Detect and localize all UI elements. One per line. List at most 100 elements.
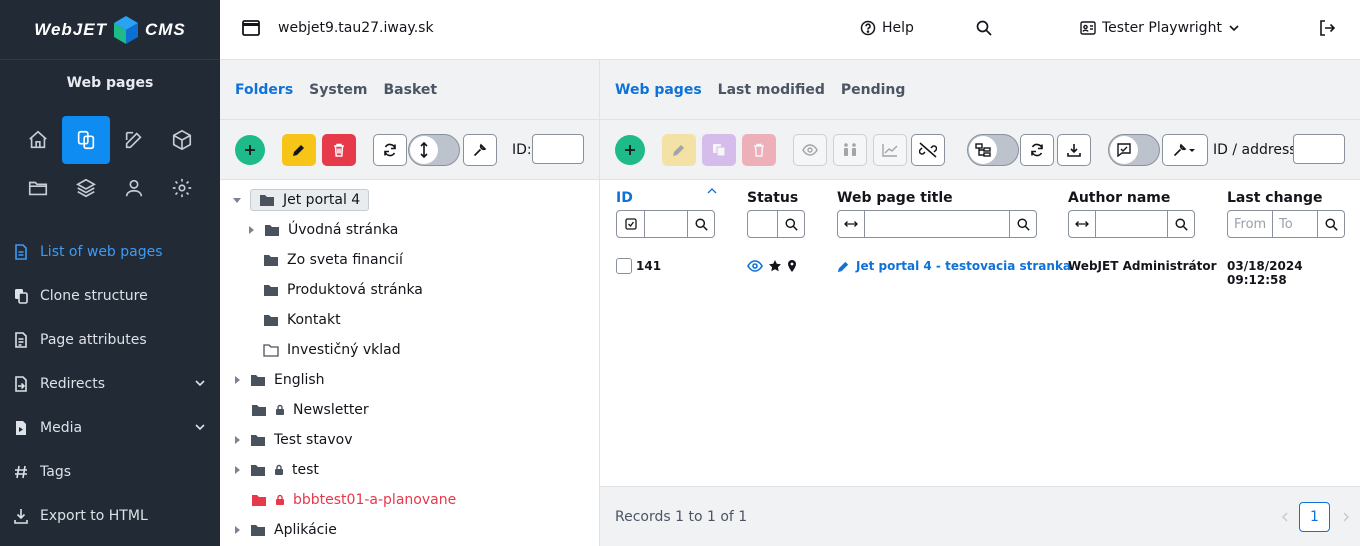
row-title-link[interactable]: Jet portal 4 - testovacia stranka	[837, 259, 1071, 273]
title-filter-mode[interactable]	[838, 211, 865, 237]
tree-view-toggle[interactable]	[967, 134, 1019, 166]
tab-web-pages[interactable]: Web pages	[615, 82, 702, 98]
cube-icon[interactable]	[158, 116, 206, 164]
statistics-button[interactable]	[873, 134, 907, 166]
tree-node[interactable]: Kontakt	[263, 305, 341, 335]
date-from-input[interactable]: From	[1228, 211, 1273, 237]
page-button-1[interactable]: 1	[1299, 502, 1330, 532]
refresh-icon	[384, 143, 396, 157]
tab-basket[interactable]: Basket	[384, 82, 438, 98]
tree-node[interactable]: Jet portal 4	[232, 185, 370, 215]
sidebar-item-clone-structure[interactable]: Clone structure	[0, 274, 220, 318]
tab-folders[interactable]: Folders	[235, 82, 293, 98]
tree-node[interactable]: Test stavov	[232, 425, 353, 455]
delete-folder-button[interactable]	[322, 134, 356, 166]
tree-node-label: Test stavov	[274, 432, 353, 448]
help-link[interactable]: Help	[860, 20, 914, 36]
status-filter-input[interactable]	[748, 211, 779, 237]
sort-asc-icon[interactable]	[707, 188, 717, 194]
eye-icon[interactable]	[747, 260, 763, 272]
tab-last-modified[interactable]: Last modified	[718, 82, 825, 98]
tab-system[interactable]: System	[309, 82, 367, 98]
tree-node[interactable]: Zo sveta financií	[263, 245, 403, 275]
column-header-id[interactable]: ID	[616, 190, 633, 206]
reload-button[interactable]	[373, 134, 407, 166]
search-icon[interactable]	[976, 20, 992, 36]
sidebar-item-list-of-web-pages[interactable]: List of web pages	[0, 230, 220, 274]
logout-icon[interactable]	[1319, 20, 1335, 36]
edit-folder-button[interactable]	[282, 134, 316, 166]
edit-page-button[interactable]	[662, 134, 696, 166]
column-header-title[interactable]: Web page title	[837, 190, 953, 206]
chevron-right-icon[interactable]	[1342, 512, 1350, 522]
add-folder-button[interactable]	[235, 135, 265, 165]
add-page-button[interactable]	[615, 135, 645, 165]
domain-label[interactable]: webjet9.tau27.iway.sk	[278, 20, 434, 36]
selected-folder[interactable]: Jet portal 4	[250, 189, 370, 211]
title-filter-search[interactable]	[1010, 211, 1036, 237]
home-icon[interactable]	[14, 116, 62, 164]
folder-icon	[251, 375, 265, 386]
sidebar-item-label: Redirects	[40, 376, 106, 392]
sidebar-item-tags[interactable]: Tags	[0, 450, 220, 494]
tree-node[interactable]: Úvodná stránka	[246, 215, 398, 245]
column-header-author[interactable]: Author name	[1068, 190, 1170, 206]
tree-node[interactable]: test	[232, 455, 319, 485]
folder-settings-button[interactable]	[463, 134, 497, 166]
tree-node[interactable]: English	[232, 365, 325, 395]
window-icon[interactable]	[242, 20, 260, 36]
sort-toggle[interactable]	[408, 134, 460, 166]
status-filter-search[interactable]	[778, 211, 804, 237]
export-button[interactable]	[1057, 134, 1091, 166]
trash-icon	[754, 143, 764, 157]
tree-node[interactable]: Newsletter	[251, 395, 369, 425]
ab-test-button[interactable]	[833, 134, 867, 166]
tree-node-label: Zo sveta financií	[287, 252, 403, 268]
date-to-input[interactable]: To	[1273, 211, 1318, 237]
sidebar-item-media[interactable]: Media	[0, 406, 220, 450]
gear-icon[interactable]	[158, 164, 206, 212]
author-filter-input[interactable]	[1096, 211, 1168, 237]
layers-icon[interactable]	[62, 164, 110, 212]
date-filter-search[interactable]	[1318, 211, 1344, 237]
logo-cube-icon	[113, 15, 138, 44]
preview-button[interactable]	[793, 134, 827, 166]
select-all-checkbox[interactable]	[617, 211, 645, 237]
row-checkbox[interactable]	[616, 258, 632, 274]
last-change-filter: From To	[1227, 210, 1345, 238]
reload-pages-button[interactable]	[1020, 134, 1054, 166]
author-filter	[1068, 210, 1195, 238]
tree-node[interactable]: Aplikácie	[232, 515, 337, 545]
tab-pending[interactable]: Pending	[841, 82, 906, 98]
page-id-input[interactable]	[1293, 134, 1345, 164]
tree-node-label: English	[274, 372, 325, 388]
tree-node[interactable]: bbbtest01-a-planovane	[251, 485, 456, 515]
user-menu[interactable]: Tester Playwright	[1080, 20, 1240, 36]
id-filter-search[interactable]	[688, 211, 714, 237]
tree-node[interactable]: Investičný vklad	[263, 335, 401, 365]
sidebar-item-redirects[interactable]: Redirects	[0, 362, 220, 406]
chevron-left-icon[interactable]	[1281, 512, 1289, 522]
tree-node[interactable]: Produktová stránka	[263, 275, 423, 305]
column-header-status[interactable]: Status	[747, 190, 798, 206]
author-filter-search[interactable]	[1168, 211, 1194, 237]
unlink-icon	[919, 142, 937, 158]
folder-id-input[interactable]	[532, 134, 584, 164]
column-header-last-change[interactable]: Last change	[1227, 190, 1322, 206]
broken-links-button[interactable]	[911, 134, 945, 166]
sidebar-item-export-to-html[interactable]: Export to HTML	[0, 494, 220, 538]
web-pages-module-icon[interactable]	[62, 116, 110, 164]
user-icon[interactable]	[110, 164, 158, 212]
duplicate-page-button[interactable]	[702, 134, 736, 166]
delete-page-button[interactable]	[742, 134, 776, 166]
author-filter-mode[interactable]	[1069, 211, 1096, 237]
table-settings-button[interactable]	[1162, 134, 1208, 166]
id-filter-input[interactable]	[645, 211, 688, 237]
id-label: ID:	[512, 142, 532, 158]
webjet-logo[interactable]: WebJET CMS	[0, 0, 220, 60]
edit-icon[interactable]	[110, 116, 158, 164]
title-filter-input[interactable]	[865, 211, 1010, 237]
comments-toggle[interactable]	[1108, 134, 1160, 166]
folder-icon[interactable]	[14, 164, 62, 212]
sidebar-item-page-attributes[interactable]: Page attributes	[0, 318, 220, 362]
